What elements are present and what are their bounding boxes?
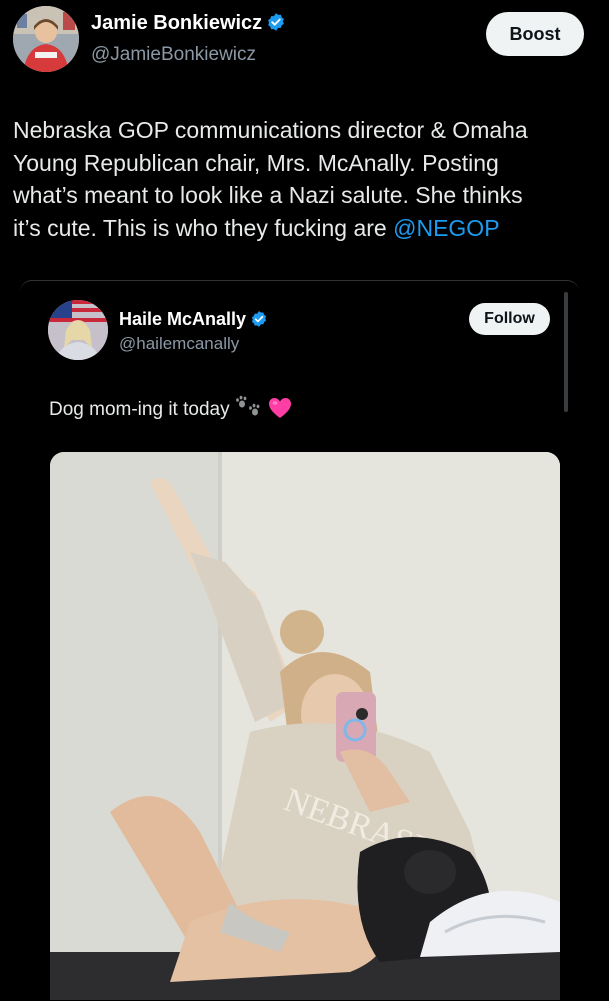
follow-button[interactable]: Follow xyxy=(469,303,550,335)
quoted-post-text: Dog mom-ing it today xyxy=(49,395,292,425)
post-text: Nebraska GOP communications director & O… xyxy=(13,114,598,244)
post-text-line: it’s cute. This is who they fucking are … xyxy=(13,212,598,245)
boost-button[interactable]: Boost xyxy=(486,12,584,56)
quoted-avatar-photo xyxy=(48,300,108,360)
quoted-author-handle[interactable]: @hailemcanally xyxy=(119,334,239,354)
author-avatar[interactable] xyxy=(13,6,79,72)
author-name[interactable]: Jamie Bonkiewicz xyxy=(91,12,286,38)
post-text-line: Nebraska GOP communications director & O… xyxy=(13,117,528,143)
verified-badge-icon xyxy=(250,310,268,333)
quoted-author-avatar[interactable] xyxy=(48,300,108,360)
quoted-post-photo[interactable]: NEBRASKA xyxy=(50,452,560,1000)
paw-prints-icon xyxy=(234,395,264,425)
post-text-line-end: it’s cute. This is who they fucking are xyxy=(13,214,394,241)
photo-illustration: NEBRASKA xyxy=(50,452,560,1000)
avatar-photo xyxy=(13,6,79,72)
author-handle[interactable]: @JamieBonkiewicz xyxy=(91,44,256,66)
quoted-author-name[interactable]: Haile McAnally xyxy=(119,309,268,333)
author-name-text[interactable]: Jamie Bonkiewicz xyxy=(91,12,262,34)
quoted-author-name-text[interactable]: Haile McAnally xyxy=(119,309,246,329)
pink-heart-icon xyxy=(268,397,292,425)
post-text-line: Young Republican chair, Mrs. McAnally. P… xyxy=(13,149,499,176)
post-text-line: what’s meant to look like a Nazi salute.… xyxy=(13,182,523,208)
scrollbar[interactable] xyxy=(564,292,568,412)
verified-badge-icon xyxy=(266,12,286,38)
post-header: Jamie Bonkiewicz @JamieBonkiewicz Boost xyxy=(0,0,609,80)
mention-link[interactable]: @NEGOP xyxy=(393,215,499,241)
quoted-post-text-content: Dog mom-ing it today xyxy=(49,399,230,420)
